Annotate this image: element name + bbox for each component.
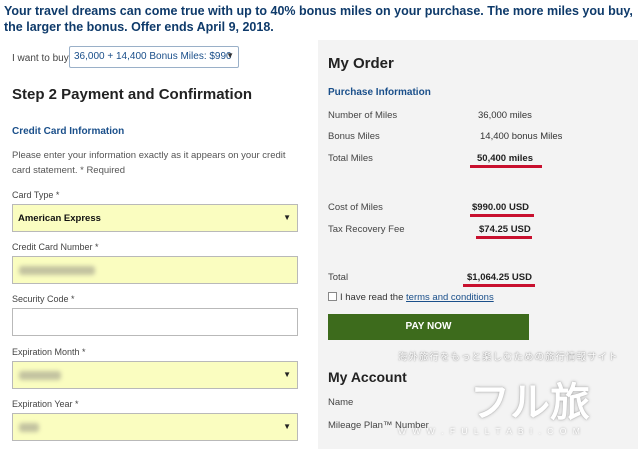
tax-fee-highlight [476, 236, 532, 239]
pay-now-button[interactable]: PAY NOW [328, 314, 529, 340]
tax-recovery-fee-label: Tax Recovery Fee [328, 224, 405, 235]
miles-package-select[interactable]: 36,000 + 14,400 Bonus Miles: $990 ▼ [69, 46, 239, 68]
expiration-year-redacted [19, 423, 39, 432]
security-code-label: Security Code * [12, 294, 75, 304]
expiration-month-select[interactable]: ▼ [12, 361, 298, 389]
order-title: My Order [328, 55, 394, 72]
miles-package-value: 36,000 + 14,400 Bonus Miles: $990 [74, 51, 232, 62]
watermark-logo: フル旅 [470, 380, 590, 426]
order-total-highlight [463, 284, 535, 287]
account-title: My Account [328, 369, 407, 385]
form-instructions: Please enter your information exactly as… [12, 150, 286, 176]
bonus-miles-value: 14,400 bonus Miles [480, 131, 563, 142]
expiration-month-redacted [19, 371, 61, 380]
card-number-label: Credit Card Number * [12, 242, 99, 252]
expiration-year-select[interactable]: ▼ [12, 413, 298, 441]
order-total-label: Total [328, 272, 349, 283]
terms-link[interactable]: terms and conditions [406, 292, 494, 303]
cost-of-miles-value: $990.00 USD [472, 202, 530, 213]
payment-form-panel: I want to buy 36,000 + 14,400 Bonus Mile… [0, 40, 316, 449]
chevron-down-icon: ▼ [283, 213, 291, 222]
card-type-value: American Express [18, 213, 101, 224]
bonus-miles-label: Bonus Miles [328, 131, 380, 142]
terms-agreement: I have read the terms and conditions [328, 292, 494, 303]
want-to-buy-label: I want to buy [12, 53, 69, 64]
card-type-select[interactable]: American Express ▼ [12, 204, 298, 232]
step-title: Step 2 Payment and Confirmation [12, 86, 253, 103]
number-of-miles-value: 36,000 miles [478, 110, 532, 121]
card-number-redacted [19, 266, 95, 275]
account-name-label: Name [328, 397, 354, 408]
tax-recovery-fee-value: $74.25 USD [479, 224, 531, 235]
watermark-tagline: 海外旅行をもっと楽しむための旅行情報サイト [398, 352, 619, 363]
terms-prefix: I have read the [340, 292, 407, 303]
number-of-miles-label: Number of Miles [328, 110, 398, 121]
expiration-year-label: Expiration Year * [12, 399, 79, 409]
promo-banner: Your travel dreams can come true with up… [0, 0, 640, 40]
chevron-down-icon: ▼ [283, 422, 291, 431]
order-total-value: $1,064.25 USD [467, 272, 532, 283]
card-type-label: Card Type * [12, 190, 60, 200]
chevron-down-icon: ▼ [283, 370, 291, 379]
total-miles-label: Total Miles [328, 153, 373, 164]
security-code-input[interactable] [12, 308, 298, 336]
cost-of-miles-highlight [470, 214, 534, 217]
card-number-input[interactable] [12, 256, 298, 284]
cost-of-miles-label: Cost of Miles [328, 202, 383, 213]
expiration-month-label: Expiration Month * [12, 347, 86, 357]
total-miles-highlight [470, 165, 542, 168]
watermark-url: W W W . F U L L T A B I . C O M [398, 426, 582, 436]
total-miles-value: 50,400 miles [477, 153, 533, 164]
purchase-info-heading: Purchase Information [328, 87, 431, 98]
chevron-down-icon: ▼ [226, 51, 234, 60]
terms-checkbox[interactable] [328, 292, 337, 301]
credit-card-heading: Credit Card Information [12, 126, 125, 137]
promo-banner-text: Your travel dreams can come true with up… [4, 4, 633, 34]
